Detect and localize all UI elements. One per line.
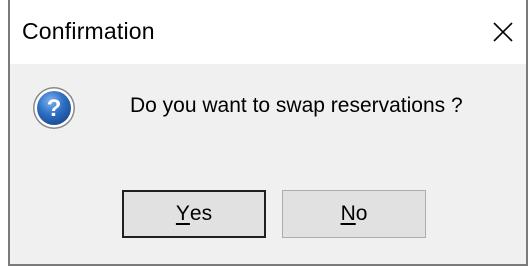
yes-label-rest: es [189, 202, 213, 225]
yes-button[interactable]: Yes [122, 190, 266, 238]
close-icon [493, 22, 513, 42]
dialog-message: Do you want to swap reservations ? [130, 94, 463, 117]
close-button[interactable] [480, 10, 526, 54]
yes-accelerator: Y [175, 202, 190, 225]
no-button[interactable]: No [282, 190, 426, 238]
svg-text:?: ? [47, 95, 62, 122]
no-label-rest: o [355, 202, 368, 225]
no-accelerator: N [340, 202, 356, 225]
dialog-title: Confirmation [22, 18, 155, 44]
question-icon: ? [33, 87, 75, 129]
dialog-body: ? Do you want to swap reservations ? Yes… [10, 64, 526, 264]
confirmation-dialog: Confirmation ? Do you want to swap reser… [8, 0, 528, 266]
title-bar: Confirmation [10, 0, 526, 64]
